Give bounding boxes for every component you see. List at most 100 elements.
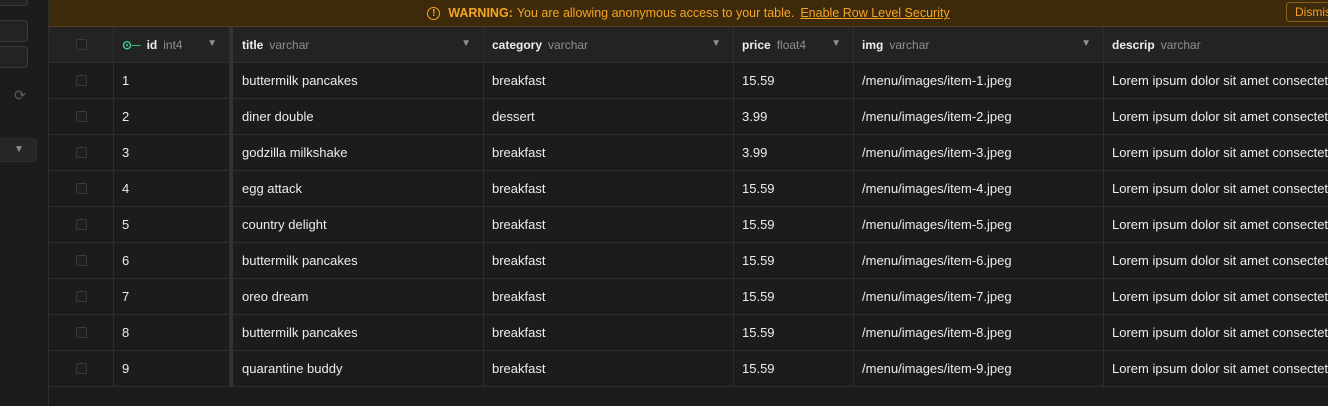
cell-category[interactable]: breakfast (484, 135, 734, 170)
cell-id[interactable]: 9 (114, 351, 230, 386)
column-type: varchar (269, 37, 310, 52)
sidebar-input[interactable] (0, 46, 28, 68)
cell-descrip[interactable]: Lorem ipsum dolor sit amet consectetur (1104, 135, 1328, 170)
cell-id[interactable]: 1 (114, 63, 230, 98)
cell-descrip[interactable]: Lorem ipsum dolor sit amet consectetur (1104, 207, 1328, 242)
cell-category[interactable]: breakfast (484, 351, 734, 386)
column-header-category[interactable]: category varchar ▼ (484, 27, 734, 62)
dismiss-button[interactable]: Dismiss (1286, 2, 1328, 22)
row-checkbox[interactable] (75, 183, 87, 194)
cell-id[interactable]: 6 (114, 243, 230, 278)
cell-descrip[interactable]: Lorem ipsum dolor sit amet consectetur (1104, 99, 1328, 134)
cell-price[interactable]: 3.99 (734, 99, 854, 134)
cell-price[interactable]: 3.99 (734, 135, 854, 170)
column-header-title[interactable]: title varchar ▼ (230, 27, 484, 62)
cell-id[interactable]: 2 (114, 99, 230, 134)
select-all-checkbox[interactable] (75, 39, 87, 50)
cell-img[interactable]: /menu/images/item-8.jpeg (854, 315, 1104, 350)
chevron-down-icon[interactable]: ▼ (711, 38, 721, 49)
column-type: float4 (776, 37, 807, 52)
cell-img[interactable]: /menu/images/item-2.jpeg (854, 99, 1104, 134)
row-checkbox[interactable] (75, 327, 87, 338)
enable-rls-link[interactable]: Enable Row Level Security (800, 6, 949, 20)
cell-img[interactable]: /menu/images/item-9.jpeg (854, 351, 1104, 386)
cell-category[interactable]: breakfast (484, 171, 734, 206)
chevron-down-icon[interactable]: ▼ (831, 38, 841, 49)
cell-price[interactable]: 15.59 (734, 279, 854, 314)
rls-warning-banner: ! WARNING: You are allowing anonymous ac… (49, 0, 1328, 27)
cell-title[interactable]: country delight (230, 207, 484, 242)
cell-img[interactable]: /menu/images/item-7.jpeg (854, 279, 1104, 314)
row-checkbox[interactable] (75, 219, 87, 230)
cell-category[interactable]: breakfast (484, 315, 734, 350)
cell-title[interactable]: buttermilk pancakes (230, 63, 484, 98)
cell-descrip[interactable]: Lorem ipsum dolor sit amet consectetur (1104, 315, 1328, 350)
table-row[interactable]: 5 country delight breakfast 15.59/menu/imag… (49, 207, 1328, 243)
row-checkbox[interactable] (75, 255, 87, 266)
chevron-down-icon[interactable]: ▼ (461, 38, 471, 49)
cell-id[interactable]: 7 (114, 279, 230, 314)
cell-img[interactable]: /menu/images/item-3.jpeg (854, 135, 1104, 170)
table-row[interactable]: 4 egg attack breakfast 15.59/menu/images/it… (49, 171, 1328, 207)
cell-category[interactable]: breakfast (484, 207, 734, 242)
row-select-cell (49, 279, 114, 314)
column-header-img[interactable]: img varchar ▼ (854, 27, 1104, 62)
chevron-down-icon: ▼ (14, 144, 24, 155)
refresh-icon[interactable]: ⟳ (12, 88, 28, 102)
table-row[interactable]: 8 buttermilk pancakes breakfast 15.59/menu/… (49, 315, 1328, 351)
cell-descrip[interactable]: Lorem ipsum dolor sit amet consectetur (1104, 351, 1328, 386)
chevron-down-icon[interactable]: ▼ (1081, 38, 1091, 49)
cell-descrip[interactable]: Lorem ipsum dolor sit amet consectetur (1104, 171, 1328, 206)
cell-category[interactable]: breakfast (484, 63, 734, 98)
cell-id[interactable]: 3 (114, 135, 230, 170)
column-header-id[interactable]: ⊙─ id int4 ▼ (114, 27, 230, 62)
table-row[interactable]: 2 diner double dessert 3.99/menu/images/ite… (49, 99, 1328, 135)
table-row[interactable]: 1 buttermilk pancakes breakfast 15.59/menu/… (49, 63, 1328, 99)
table-row[interactable]: 6 buttermilk pancakes breakfast 15.59/menu/… (49, 243, 1328, 279)
cell-id[interactable]: 4 (114, 171, 230, 206)
cell-title[interactable]: diner double (230, 99, 484, 134)
cell-title[interactable]: quarantine buddy (230, 351, 484, 386)
cell-descrip[interactable]: Lorem ipsum dolor sit amet consectetur (1104, 63, 1328, 98)
cell-price[interactable]: 15.59 (734, 243, 854, 278)
select-all-cell (49, 27, 114, 62)
cell-img[interactable]: /menu/images/item-5.jpeg (854, 207, 1104, 242)
chevron-down-icon[interactable]: ▼ (207, 38, 217, 49)
table-row[interactable]: 9 quarantine buddy breakfast 15.59/menu/ima… (49, 351, 1328, 387)
cell-title[interactable]: egg attack (230, 171, 484, 206)
sidebar-input[interactable] (0, 20, 28, 42)
cell-price[interactable]: 15.59 (734, 63, 854, 98)
cell-id[interactable]: 8 (114, 315, 230, 350)
cell-price[interactable]: 15.59 (734, 315, 854, 350)
sidebar-control[interactable] (0, 0, 28, 6)
cell-id[interactable]: 5 (114, 207, 230, 242)
column-header-descrip[interactable]: descrip varchar (1104, 27, 1328, 62)
cell-descrip[interactable]: Lorem ipsum dolor sit amet consectetur (1104, 243, 1328, 278)
cell-category[interactable]: breakfast (484, 243, 734, 278)
row-checkbox[interactable] (75, 291, 87, 302)
column-name: id (146, 37, 158, 52)
cell-title[interactable]: buttermilk pancakes (230, 243, 484, 278)
cell-price[interactable]: 15.59 (734, 351, 854, 386)
sidebar-select[interactable]: ▼ (0, 138, 37, 162)
row-checkbox[interactable] (75, 111, 87, 122)
column-header-price[interactable]: price float4 ▼ (734, 27, 854, 62)
cell-price[interactable]: 15.59 (734, 171, 854, 206)
table-row[interactable]: 3 godzilla milkshake breakfast 3.99/menu/im… (49, 135, 1328, 171)
cell-img[interactable]: /menu/images/item-4.jpeg (854, 171, 1104, 206)
row-checkbox[interactable] (75, 75, 87, 86)
cell-title[interactable]: godzilla milkshake (230, 135, 484, 170)
cell-title[interactable]: buttermilk pancakes (230, 315, 484, 350)
cell-descrip[interactable]: Lorem ipsum dolor sit amet consectetur (1104, 279, 1328, 314)
cell-title[interactable]: oreo dream (230, 279, 484, 314)
warning-icon: ! (427, 6, 441, 20)
table-row[interactable]: 7 oreo dream breakfast 15.59/menu/images/it… (49, 279, 1328, 315)
cell-category[interactable]: breakfast (484, 279, 734, 314)
row-checkbox[interactable] (75, 363, 87, 374)
row-select-cell (49, 207, 114, 242)
cell-price[interactable]: 15.59 (734, 207, 854, 242)
cell-category[interactable]: dessert (484, 99, 734, 134)
row-checkbox[interactable] (75, 147, 87, 158)
cell-img[interactable]: /menu/images/item-6.jpeg (854, 243, 1104, 278)
cell-img[interactable]: /menu/images/item-1.jpeg (854, 63, 1104, 98)
